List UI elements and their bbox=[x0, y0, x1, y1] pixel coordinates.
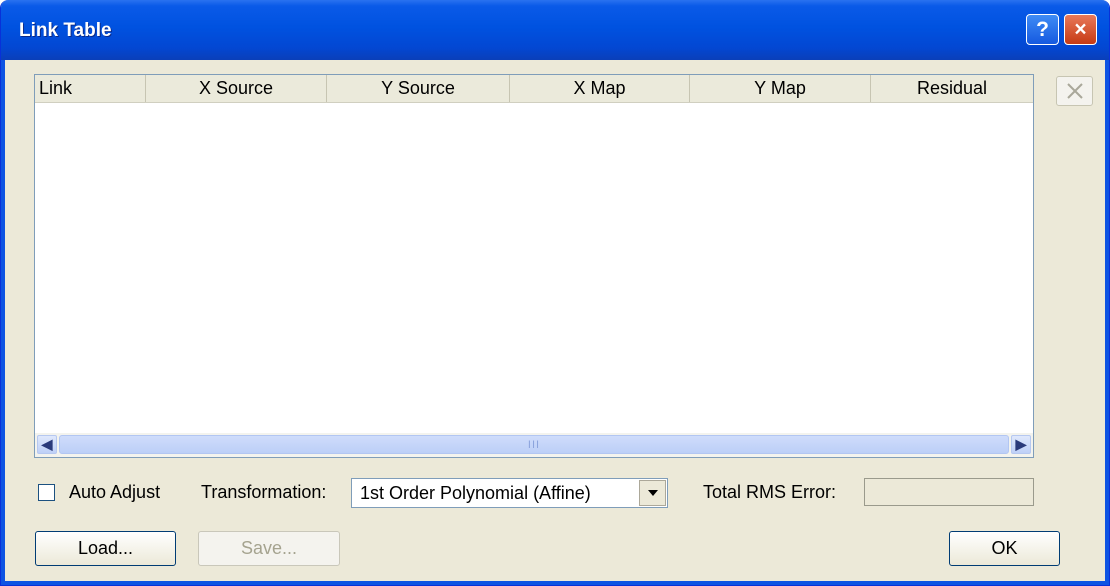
chevron-right-icon: ▶ bbox=[1015, 436, 1027, 452]
rms-error-field bbox=[864, 478, 1034, 506]
chevron-down-icon bbox=[647, 490, 658, 496]
column-header-residual[interactable]: Residual bbox=[871, 75, 1033, 102]
window-frame-right bbox=[1105, 60, 1109, 585]
window-frame-left bbox=[1, 60, 5, 585]
close-icon: × bbox=[1074, 17, 1087, 41]
column-header-y-map[interactable]: Y Map bbox=[690, 75, 871, 102]
link-table[interactable]: Link X Source Y Source X Map Y Map Resid… bbox=[34, 74, 1034, 458]
scroll-right-button[interactable]: ▶ bbox=[1011, 435, 1031, 454]
save-button[interactable]: Save... bbox=[198, 531, 340, 566]
column-header-x-source[interactable]: X Source bbox=[146, 75, 327, 102]
transformation-select[interactable]: 1st Order Polynomial (Affine) bbox=[351, 478, 668, 508]
transformation-label: Transformation: bbox=[201, 482, 327, 502]
table-header: Link X Source Y Source X Map Y Map Resid… bbox=[35, 75, 1033, 103]
link-table-dialog: Link Table ? × Link X Source Y Source X … bbox=[0, 0, 1110, 586]
auto-adjust-label[interactable]: Auto Adjust bbox=[69, 482, 160, 503]
column-header-link[interactable]: Link bbox=[35, 75, 146, 102]
window-title: Link Table bbox=[19, 20, 112, 41]
scroll-left-button[interactable]: ◀ bbox=[37, 435, 57, 454]
transformation-dropdown-button[interactable] bbox=[639, 480, 666, 506]
load-button[interactable]: Load... bbox=[35, 531, 176, 566]
help-button[interactable]: ? bbox=[1026, 14, 1059, 45]
grip-icon: III bbox=[527, 438, 541, 451]
window-frame-bottom bbox=[1, 581, 1109, 585]
transformation-value: 1st Order Polynomial (Affine) bbox=[360, 483, 591, 503]
horizontal-scrollbar[interactable]: ◀ III ▶ bbox=[35, 433, 1033, 457]
close-button[interactable]: × bbox=[1064, 14, 1097, 45]
title-bar[interactable]: Link Table ? × bbox=[1, 0, 1109, 60]
delete-x-icon bbox=[1066, 83, 1083, 99]
ok-button[interactable]: OK bbox=[949, 531, 1060, 566]
delete-link-button[interactable] bbox=[1056, 76, 1093, 106]
help-icon: ? bbox=[1036, 17, 1049, 41]
rms-error-label: Total RMS Error: bbox=[703, 482, 837, 502]
chevron-left-icon: ◀ bbox=[41, 436, 53, 452]
auto-adjust-checkbox[interactable] bbox=[38, 484, 55, 501]
column-header-y-source[interactable]: Y Source bbox=[327, 75, 510, 102]
scrollbar-thumb[interactable]: III bbox=[59, 435, 1009, 454]
column-header-x-map[interactable]: X Map bbox=[510, 75, 690, 102]
